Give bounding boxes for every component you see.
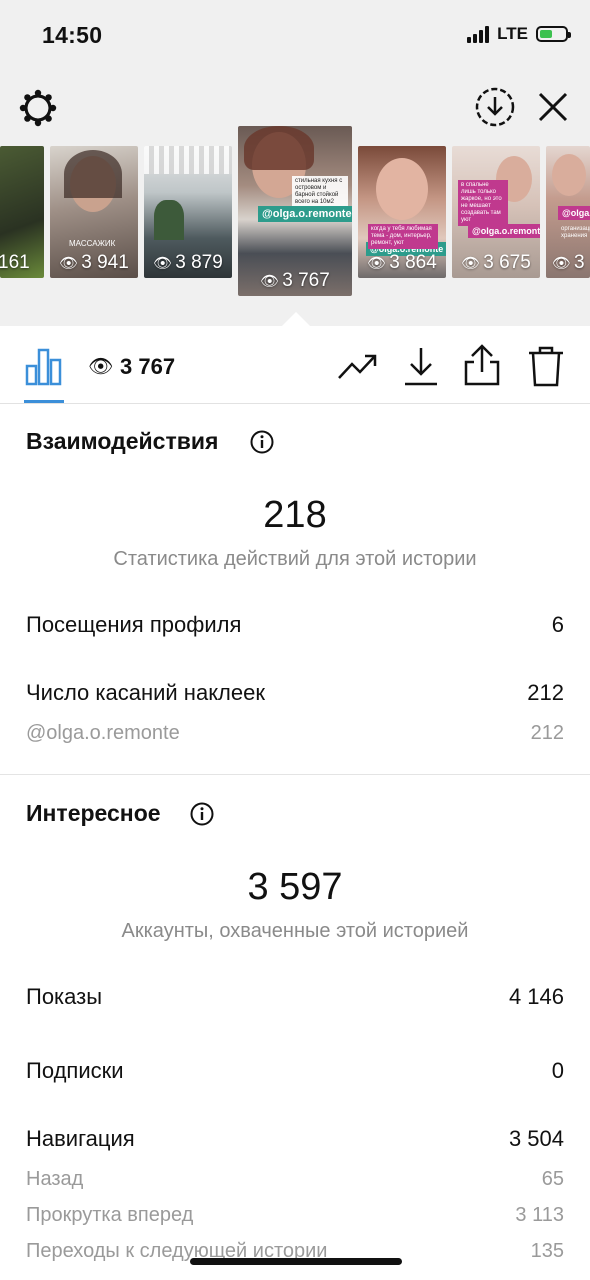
status-time: 14:50	[42, 22, 103, 48]
impressions-value: 4 146	[508, 984, 564, 1009]
download-icon[interactable]	[402, 344, 440, 388]
eye-icon: 👁	[552, 255, 572, 272]
story-caption: когда у тебя любимая тема - дом, интерье…	[368, 224, 438, 249]
story-views: 3 675	[483, 252, 531, 273]
story-caption: МАССАЖИК	[69, 239, 116, 248]
sticker-taps-value: 212	[527, 680, 564, 705]
info-icon[interactable]	[190, 802, 214, 826]
share-icon[interactable]	[462, 342, 502, 388]
sticker-mention-value: 212	[530, 722, 564, 744]
reach-caption: Аккаунты, охваченные этой историей	[121, 920, 469, 942]
back-value: 65	[541, 1168, 564, 1190]
story-thumbnail-3[interactable]: 👁 3 879	[144, 146, 232, 278]
story-thumbnail-1[interactable]: 161	[0, 146, 44, 278]
trash-icon[interactable]	[526, 344, 566, 388]
story-views: 3	[574, 252, 585, 273]
story-thumbnail-7[interactable]: @olga.o организация хранения 👁3	[546, 146, 590, 278]
back-label: Назад	[26, 1168, 84, 1190]
eye-icon: 👁	[461, 255, 481, 272]
interactions-title: Взаимодействия	[26, 428, 219, 454]
eye-icon: 👁	[59, 255, 79, 272]
sticker-taps-label: Число касаний наклеек	[26, 680, 265, 705]
eye-icon: 👁	[88, 356, 114, 378]
discovery-title: Интересное	[26, 800, 161, 826]
interactions-caption: Статистика действий для этой истории	[113, 548, 477, 570]
profile-visits-label: Посещения профиля	[26, 612, 242, 637]
trending-up-icon[interactable]	[336, 346, 380, 386]
forward-value: 3 113	[515, 1204, 564, 1226]
story-thumbnail-6[interactable]: в спальне лишь только жаркое, но это не …	[452, 146, 540, 278]
signal-icon	[467, 25, 490, 43]
story-caption: стильная кухня с островом и барной стойк…	[292, 176, 348, 208]
section-divider	[0, 774, 590, 775]
close-icon[interactable]	[534, 88, 572, 126]
follows-label: Подписки	[26, 1058, 124, 1083]
story-thumbnail-2[interactable]: МАССАЖИК 👁 3 941	[50, 146, 138, 278]
insights-chart-icon[interactable]	[24, 346, 64, 386]
impressions-label: Показы	[26, 984, 103, 1009]
story-views-count: 3 767	[120, 354, 176, 379]
story-toolbar: 👁 3 767	[0, 326, 590, 404]
download-circle-icon[interactable]	[474, 86, 516, 128]
profile-visits-value: 6	[551, 612, 564, 637]
story-views: 3 941	[81, 252, 129, 273]
eye-icon: 👁	[153, 255, 173, 272]
story-views: 161	[0, 252, 30, 273]
story-thumbnail-5[interactable]: @olga.o.remonte когда у тебя любимая тем…	[358, 146, 446, 278]
info-icon[interactable]	[250, 430, 274, 454]
next-story-value: 135	[530, 1240, 564, 1262]
story-mention-sticker: @olga.o	[558, 206, 590, 220]
follows-value: 0	[551, 1058, 564, 1083]
selected-story-pointer	[282, 312, 310, 326]
eye-icon: 👁	[367, 255, 387, 272]
story-views: 3 864	[389, 252, 437, 273]
reach-total: 3 597	[247, 866, 343, 908]
home-indicator[interactable]	[190, 1258, 402, 1265]
story-thumbnail-4-selected[interactable]: стильная кухня с островом и барной стойк…	[238, 126, 352, 296]
sticker-mention-label: @olga.o.remonte	[26, 722, 180, 744]
navigation-value: 3 504	[508, 1126, 564, 1151]
story-views: 3 879	[175, 252, 223, 273]
status-bar: 14:50 LTE	[0, 0, 590, 72]
story-caption: в спальне лишь только жаркое, но это не …	[458, 180, 508, 226]
story-caption: организация хранения	[561, 226, 590, 239]
active-tab-indicator	[24, 400, 64, 403]
status-indicators: LTE	[467, 24, 571, 44]
story-mention-sticker: @olga.o.remonte	[468, 224, 540, 238]
story-mention-sticker: @olga.o.remonte	[258, 206, 352, 222]
battery-icon	[536, 26, 571, 42]
eye-icon: 👁	[260, 273, 280, 290]
forward-label: Прокрутка вперед	[26, 1204, 194, 1226]
gear-icon[interactable]	[18, 88, 58, 128]
network-type: LTE	[497, 24, 528, 43]
navigation-label: Навигация	[26, 1126, 135, 1151]
interactions-total: 218	[263, 494, 327, 536]
story-views: 3 767	[282, 270, 330, 291]
